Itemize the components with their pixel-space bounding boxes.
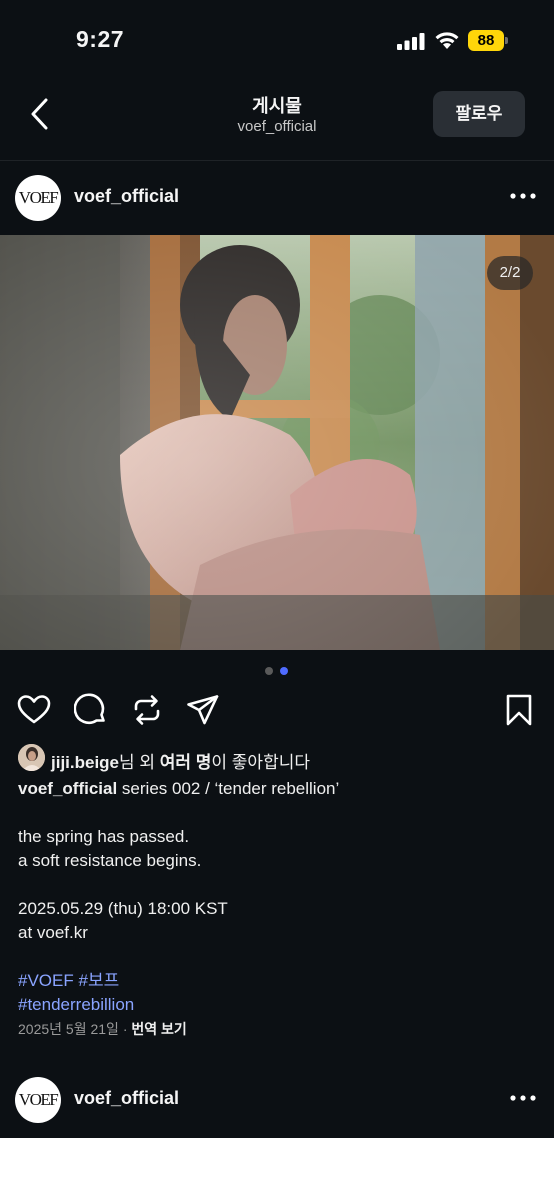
caption-line-4: at voef.kr (18, 923, 88, 942)
hashtag-tenderrebillion[interactable]: #tenderrebillion (18, 995, 134, 1014)
meta-separator: · (118, 1021, 132, 1037)
caption-blank (18, 873, 538, 897)
liked-by-text: jiji.beige님 외 여러 명이 좋아합니다 (51, 748, 310, 773)
hashtag-bopeu[interactable]: #보프 (78, 971, 119, 990)
more-icon[interactable] (508, 184, 538, 208)
post-image[interactable] (0, 235, 554, 650)
next-post-header: VOEF voef_official (0, 1062, 554, 1138)
translate-link[interactable]: 번역 보기 (131, 1021, 186, 1037)
post-date: 2025년 5월 21일 (18, 1021, 119, 1037)
caption-blank (18, 945, 538, 969)
caption-line-1: the spring has passed. (18, 827, 190, 846)
image-counter: 2/2 (487, 256, 533, 290)
next-post-avatar[interactable]: VOEF (15, 1077, 61, 1123)
liked-others[interactable]: 여러 명 (160, 753, 212, 772)
nav-header: 게시물 voef_official 팔로우 (0, 80, 554, 161)
liked-username[interactable]: jiji.beige (51, 753, 119, 772)
follow-button[interactable]: 팔로우 (433, 91, 525, 137)
next-post-image[interactable] (0, 1138, 554, 1200)
liked-by[interactable]: jiji.beige님 외 여러 명이 좋아합니다 (18, 744, 538, 772)
post-username[interactable]: voef_official (74, 186, 179, 207)
hashtag-voef[interactable]: #VOEF (18, 971, 74, 990)
heart-icon[interactable] (17, 693, 51, 727)
share-icon[interactable] (186, 693, 220, 727)
caption-blank (18, 801, 538, 825)
caption-author[interactable]: voef_official (18, 779, 117, 798)
battery-nub (505, 37, 508, 44)
carousel-dot-1 (265, 667, 273, 675)
bookmark-icon[interactable] (502, 693, 536, 727)
liked-user-avatar[interactable] (18, 744, 45, 771)
carousel-dot-2 (280, 667, 288, 675)
post-header: VOEF voef_official (0, 160, 554, 236)
status-time: 9:27 (76, 26, 125, 52)
post-photo (0, 235, 554, 650)
caption-line-2: a soft resistance begins. (18, 851, 202, 870)
wifi-icon (435, 32, 459, 49)
caption-hashtags-line: #VOEF #보프 (18, 969, 538, 993)
signal-icon (397, 33, 425, 50)
caption-title: series 002 / ‘tender rebellion’ (117, 779, 340, 798)
battery-icon: 88 (468, 30, 504, 51)
screen: 9:27 88 게시물 voef_official 팔로우 VOEF voef_… (0, 0, 554, 1200)
liked-avatar-image (18, 744, 45, 771)
post-meta: 2025년 5월 21일 · 번역 보기 (18, 1019, 187, 1039)
liked-suffix-2: 이 좋아합니다 (211, 753, 310, 772)
caption-hashtags-line-2: #tenderrebillion (18, 993, 538, 1017)
status-bar: 9:27 88 (0, 0, 554, 80)
caption: voef_official series 002 / ‘tender rebel… (18, 777, 538, 1017)
caption-title-line: voef_official series 002 / ‘tender rebel… (18, 777, 538, 801)
comment-icon[interactable] (74, 693, 108, 727)
repost-icon[interactable] (130, 693, 164, 727)
caption-line-3: 2025.05.29 (thu) 18:00 KST (18, 899, 228, 918)
next-post-username[interactable]: voef_official (74, 1088, 179, 1109)
avatar[interactable]: VOEF (15, 175, 61, 221)
liked-suffix-1: 님 외 (119, 753, 160, 772)
more-icon[interactable] (508, 1086, 538, 1110)
